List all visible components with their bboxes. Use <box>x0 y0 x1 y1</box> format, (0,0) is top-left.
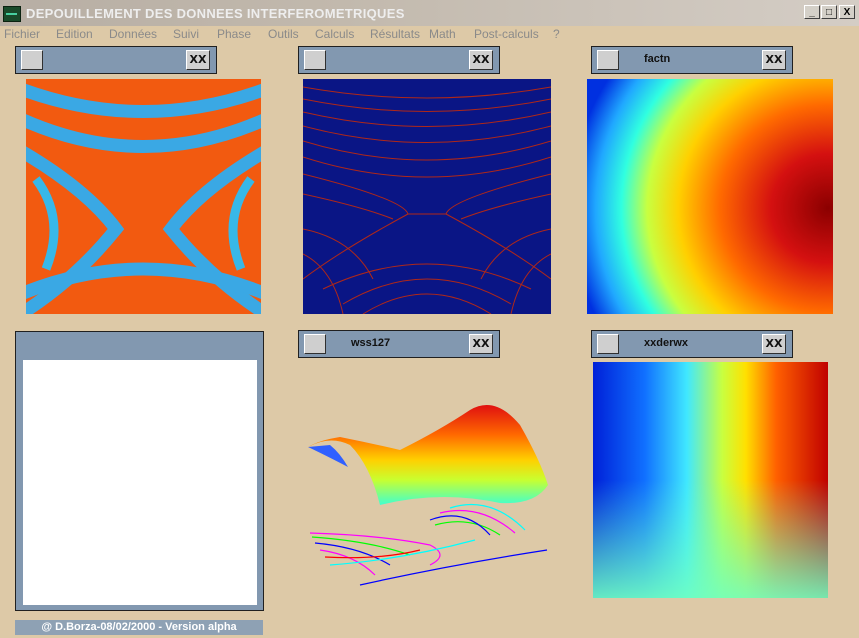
panel-1-close-button[interactable]: XX <box>186 50 210 70</box>
menu-calculs[interactable]: Calculs <box>315 27 354 41</box>
empty-view-canvas[interactable] <box>23 360 257 605</box>
close-button[interactable]: X <box>839 5 855 19</box>
menu-donnees[interactable]: Données <box>109 27 157 41</box>
menu-suivi[interactable]: Suivi <box>173 27 199 41</box>
surface-3d-plot[interactable] <box>300 395 555 600</box>
panel-3-menu-button[interactable] <box>597 50 619 70</box>
panel-1-titlebar: XX <box>15 46 217 74</box>
panel-3-close-button[interactable]: XX <box>762 50 786 70</box>
menu-fichier[interactable]: Fichier <box>4 27 40 41</box>
panel-1-menu-button[interactable] <box>21 50 43 70</box>
maximize-button[interactable]: □ <box>821 5 837 19</box>
panel-6-menu-button[interactable] <box>597 334 619 354</box>
empty-view-panel <box>15 331 264 611</box>
panel-2-close-button[interactable]: XX <box>469 50 493 70</box>
panel-6-titlebar: xxderwx XX <box>591 330 793 358</box>
panel-2-menu-button[interactable] <box>304 50 326 70</box>
panel-3-titlebar: factn XX <box>591 46 793 74</box>
panel-2-titlebar: XX <box>298 46 500 74</box>
title-bar: DEPOUILLEMENT DES DONNEES INTERFEROMETRI… <box>0 0 859 26</box>
panel-6-label: xxderwx <box>644 337 689 349</box>
app-icon[interactable] <box>3 6 21 22</box>
menu-post-calculs[interactable]: Post-calculs <box>474 27 539 41</box>
menu-math[interactable]: Math <box>429 27 456 41</box>
panel-3-label: factn <box>644 53 671 65</box>
panel-5-menu-button[interactable] <box>304 334 326 354</box>
fringe-pattern-image[interactable] <box>26 79 261 314</box>
menu-edition[interactable]: Edition <box>56 27 93 41</box>
factn-heatmap-image[interactable] <box>587 79 833 314</box>
menu-phase[interactable]: Phase <box>217 27 251 41</box>
panel-5-titlebar: wss127 XX <box>298 330 500 358</box>
menu-bar: Fichier Edition Données Suivi Phase Outi… <box>0 26 859 44</box>
menu-outils[interactable]: Outils <box>268 27 299 41</box>
xxderwx-heatmap-image[interactable] <box>593 362 828 598</box>
panel-5-label: wss127 <box>351 337 391 349</box>
menu-resultats[interactable]: Résultats <box>370 27 420 41</box>
window-title: DEPOUILLEMENT DES DONNEES INTERFEROMETRI… <box>26 6 405 21</box>
panel-5-close-button[interactable]: XX <box>469 334 493 354</box>
panel-6-close-button[interactable]: XX <box>762 334 786 354</box>
contour-lines-image[interactable] <box>303 79 551 314</box>
menu-help[interactable]: ? <box>553 27 560 41</box>
minimize-button[interactable]: _ <box>804 5 820 19</box>
status-bar: @ D.Borza-08/02/2000 - Version alpha <box>15 620 263 635</box>
